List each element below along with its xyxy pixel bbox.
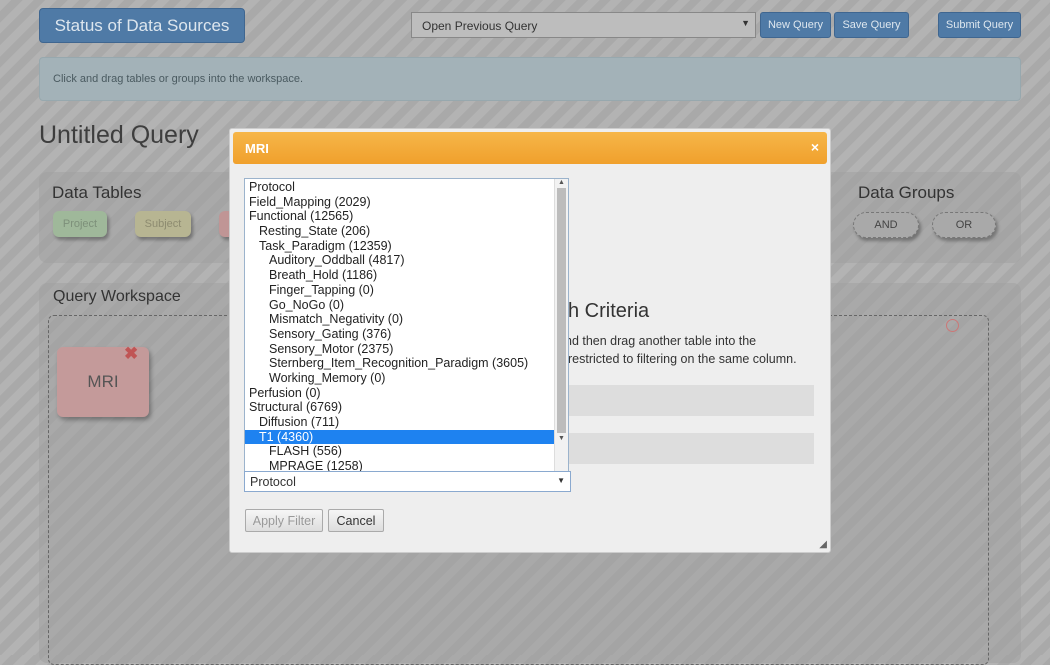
submit-query-button[interactable]: Submit Query bbox=[938, 12, 1021, 38]
select-value: Open Previous Query bbox=[422, 19, 538, 33]
cancel-button[interactable]: Cancel bbox=[328, 509, 384, 532]
list-option[interactable]: Field_Mapping (2029) bbox=[245, 195, 554, 210]
protocol-listbox[interactable]: Protocol Field_Mapping (2029) Functional (… bbox=[244, 178, 569, 472]
table-chip-project[interactable]: Project bbox=[53, 211, 107, 237]
list-option[interactable]: Breath_Hold (1186) bbox=[245, 268, 554, 283]
scroll-down-icon[interactable]: ▼ bbox=[555, 435, 568, 442]
group-chip-and[interactable]: AND bbox=[853, 212, 919, 238]
criteria-text-line2: restricted to filtering on the same colu… bbox=[568, 352, 797, 366]
apply-filter-button[interactable]: Apply Filter bbox=[245, 509, 323, 532]
list-option[interactable]: FLASH (556) bbox=[245, 444, 554, 459]
close-icon[interactable]: × bbox=[811, 139, 819, 155]
list-option[interactable]: Task_Paradigm (12359) bbox=[245, 239, 554, 254]
list-option[interactable]: Sensory_Motor (2375) bbox=[245, 342, 554, 357]
scroll-up-icon[interactable]: ▲ bbox=[555, 179, 568, 186]
list-option[interactable]: Structural (6769) bbox=[245, 400, 554, 415]
list-option[interactable]: Protocol bbox=[245, 180, 554, 195]
list-option[interactable]: Diffusion (711) bbox=[245, 415, 554, 430]
criteria-bar-2 bbox=[560, 433, 814, 464]
listbox-scrollbar[interactable]: ▲ ▼ bbox=[554, 179, 568, 471]
data-tables-title: Data Tables bbox=[52, 183, 142, 202]
list-option[interactable]: Finger_Tapping (0) bbox=[245, 283, 554, 298]
list-option[interactable]: Perfusion (0) bbox=[245, 386, 554, 401]
table-chip-subject[interactable]: Subject bbox=[135, 211, 191, 237]
save-query-button[interactable]: Save Query bbox=[834, 12, 909, 38]
data-groups-title: Data Groups bbox=[858, 183, 955, 202]
remove-table-icon[interactable]: ✖ bbox=[124, 344, 138, 364]
mri-modal: MRI × h Criteria nd then drag another ta… bbox=[229, 128, 831, 553]
protocol-select-value: Protocol bbox=[250, 475, 296, 489]
query-workspace-title: Query Workspace bbox=[53, 288, 181, 305]
criteria-heading: h Criteria bbox=[568, 300, 650, 322]
open-previous-query-select[interactable]: Open Previous Query ▼ bbox=[411, 12, 756, 38]
criteria-text-line1: nd then drag another table into the bbox=[565, 334, 757, 348]
page-title: Untitled Query bbox=[39, 121, 199, 149]
list-option[interactable]: T1 (4360) bbox=[245, 429, 554, 445]
list-option[interactable]: Go_NoGo (0) bbox=[245, 298, 554, 313]
modal-title: MRI bbox=[245, 141, 269, 156]
dropdown-arrow-icon: ▼ bbox=[557, 476, 565, 485]
protocol-select[interactable]: Protocol ▼ bbox=[244, 471, 571, 492]
dropdown-arrow-icon: ▼ bbox=[741, 18, 750, 28]
list-option[interactable]: Resting_State (206) bbox=[245, 224, 554, 239]
list-option[interactable]: Auditory_Oddball (4817) bbox=[245, 253, 554, 268]
list-option[interactable]: Sensory_Gating (376) bbox=[245, 327, 554, 342]
info-alert: Click and drag tables or groups into the… bbox=[39, 57, 1021, 101]
workspace-close-icon[interactable] bbox=[946, 319, 959, 332]
list-option[interactable]: Sternberg_Item_Recognition_Paradigm (360… bbox=[245, 356, 554, 371]
list-option[interactable]: Mismatch_Negativity (0) bbox=[245, 312, 554, 327]
scrollbar-thumb[interactable] bbox=[557, 188, 566, 433]
criteria-bar-1 bbox=[560, 385, 814, 416]
status-of-data-sources-button[interactable]: Status of Data Sources bbox=[39, 8, 245, 43]
modal-header: MRI × bbox=[233, 132, 827, 164]
list-option[interactable]: Working_Memory (0) bbox=[245, 371, 554, 386]
new-query-button[interactable]: New Query bbox=[760, 12, 831, 38]
group-chip-or[interactable]: OR bbox=[932, 212, 996, 238]
list-option[interactable]: Functional (12565) bbox=[245, 209, 554, 224]
resize-handle-icon[interactable]: ◢ bbox=[819, 539, 827, 550]
